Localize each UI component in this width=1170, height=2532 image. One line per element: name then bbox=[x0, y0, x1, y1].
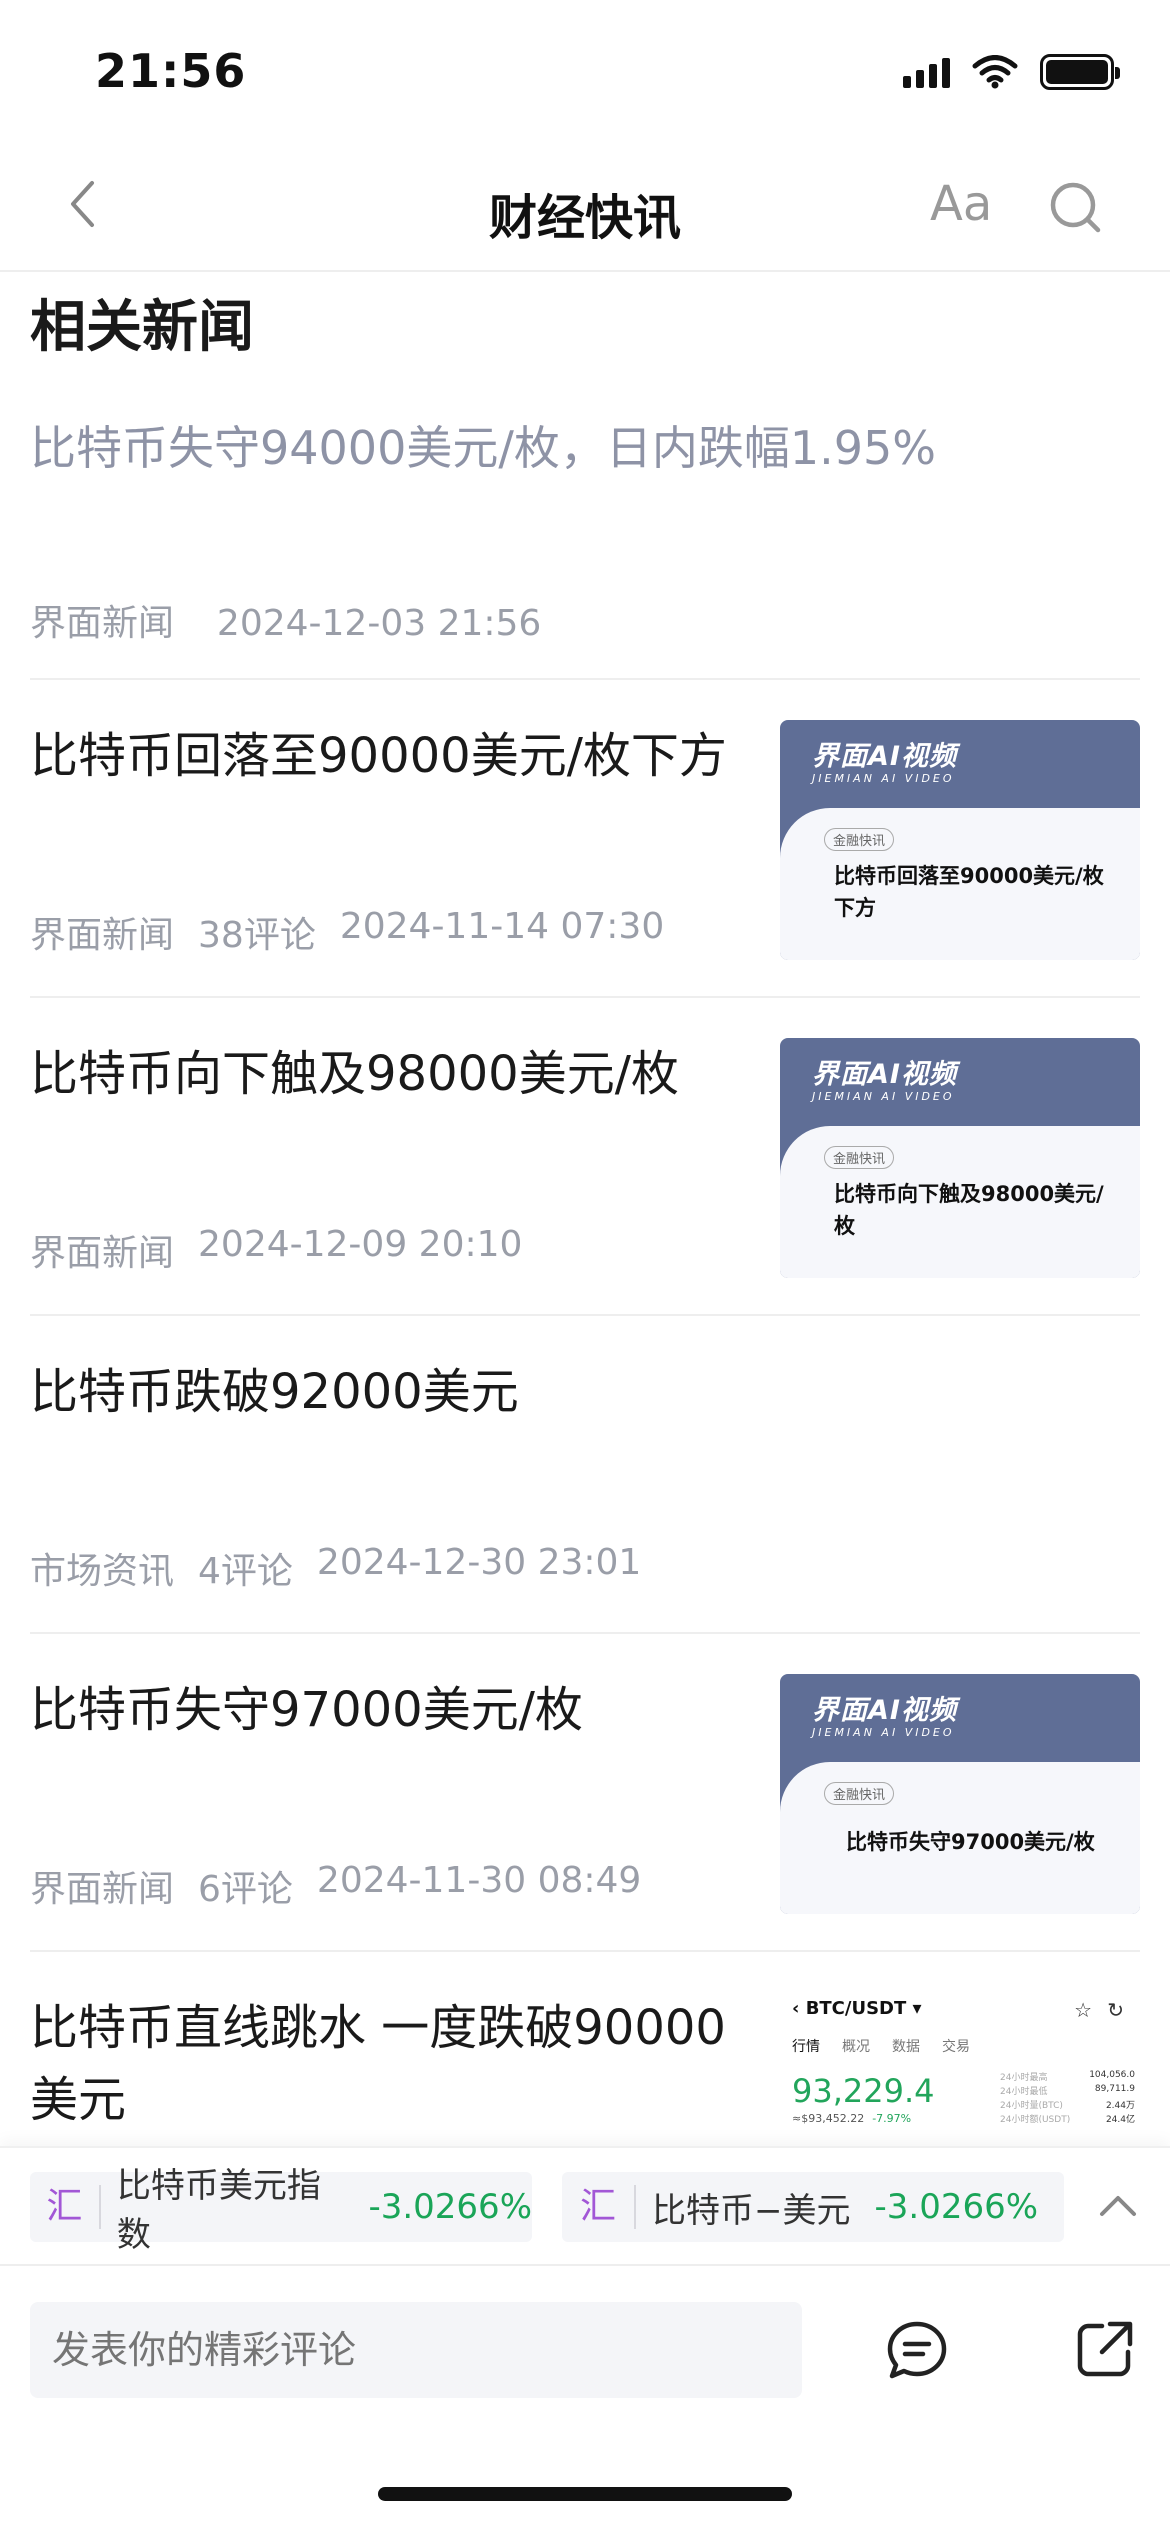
font-size-button[interactable]: Aa bbox=[930, 176, 992, 232]
wifi-icon bbox=[972, 55, 1018, 89]
star-icon: ☆ bbox=[1074, 1998, 1092, 2022]
btc-sub-price: ≈$93,452.22 -7.97% bbox=[792, 2112, 912, 2125]
cellular-signal-icon bbox=[903, 56, 950, 88]
chart-tab: 数据 bbox=[892, 2039, 920, 2055]
news-list-item[interactable]: 比特币跌破92000美元 市场资讯 4评论 2024-12-30 23:01 bbox=[30, 1316, 1140, 1634]
news-time: 2024-12-03 21:56 bbox=[216, 603, 542, 644]
battery-icon bbox=[1040, 54, 1120, 90]
nav-bar: 财经快讯 Aa bbox=[0, 140, 1170, 272]
news-time: 2024-12-09 20:10 bbox=[198, 1224, 523, 1265]
home-indicator bbox=[378, 2487, 792, 2501]
thumbnail-card: 金融快讯 比特币回落至90000美元/枚下方 bbox=[780, 808, 1140, 960]
ticker-name: 比特币美元指数 bbox=[116, 2166, 321, 2255]
news-list-item[interactable]: 比特币失守97000美元/枚 界面新闻 6评论 2024-11-30 08:49… bbox=[30, 1634, 1140, 1952]
news-time: 2024-11-14 07:30 bbox=[339, 906, 665, 947]
chart-tabs: 行情 概况 数据 交易 bbox=[792, 2036, 970, 2056]
news-meta: 界面新闻 2024-12-09 20:10 bbox=[30, 1224, 522, 1276]
news-meta: 界面新闻 6评论 2024-11-30 08:49 bbox=[30, 1860, 641, 1912]
news-headline: 比特币直线跳水 一度跌破90000美元 bbox=[30, 2000, 726, 2128]
news-content: 相关新闻 比特币失守94000美元/枚，日内跌幅1.95% 界面新闻 2024-… bbox=[0, 274, 1170, 2149]
btc-stats: 24小时最高 104,056.0 24小时最低 89,711.9 24小时量(BTC… bbox=[1000, 2070, 1135, 2125]
ticker-name: 比特币−美元 bbox=[652, 2190, 851, 2231]
chart-tab: 概况 bbox=[842, 2039, 870, 2055]
comment-icon[interactable] bbox=[884, 2318, 950, 2384]
thumbnail-tag: 金融快讯 bbox=[824, 1782, 895, 1805]
status-time: 21:56 bbox=[95, 44, 247, 98]
thumbnail-brand-sub: JIEMIAN AI VIDEO bbox=[812, 772, 955, 785]
refresh-icon: ↻ bbox=[1107, 1998, 1124, 2022]
ticker-bar: 汇 比特币美元指数 -3.0266% 汇 比特币−美元 -3.0266% bbox=[0, 2146, 1170, 2264]
news-headline: 比特币跌破92000美元 bbox=[30, 1364, 519, 1420]
thumbnail-card: 金融快讯 比特币失守97000美元/枚 bbox=[780, 1762, 1140, 1914]
news-meta: 界面新闻 38评论 2024-11-14 07:30 bbox=[30, 906, 664, 958]
ticker-change: -3.0266% bbox=[874, 2187, 1039, 2227]
page-title: 财经快讯 bbox=[488, 190, 681, 246]
news-chart-thumbnail: ‹ BTC/USDT ▾ ☆ ↻ 行情 概况 数据 交易 93,229.4 ≈$… bbox=[780, 1992, 1140, 2149]
news-thumbnail: 界面AI视频 JIEMIAN AI VIDEO 金融快讯 比特币回落至90000… bbox=[780, 720, 1140, 960]
news-meta: 市场资讯 4评论 2024-12-30 23:01 bbox=[30, 1542, 641, 1594]
thumbnail-brand: 界面AI视频 bbox=[812, 741, 957, 772]
news-list-item[interactable]: 比特币回落至90000美元/枚下方 界面新闻 38评论 2024-11-14 0… bbox=[30, 680, 1140, 998]
news-time: 2024-11-30 08:49 bbox=[316, 1860, 642, 1901]
status-bar: 21:56 bbox=[0, 0, 1170, 140]
news-list-item[interactable]: 比特币向下触及98000美元/枚 界面新闻 2024-12-09 20:10 界… bbox=[30, 998, 1140, 1316]
news-comment-count: 38评论 bbox=[198, 915, 316, 956]
news-thumbnail: 界面AI视频 JIEMIAN AI VIDEO 金融快讯 比特币向下触及9800… bbox=[780, 1038, 1140, 1278]
trading-pair: ‹ BTC/USDT ▾ bbox=[792, 1998, 922, 2019]
news-meta: 界面新闻 2024-12-03 21:56 bbox=[30, 594, 541, 646]
news-source: 界面新闻 bbox=[30, 915, 175, 956]
news-list-item[interactable]: 比特币直线跳水 一度跌破90000美元 ‹ BTC/USDT ▾ ☆ ↻ 行情 … bbox=[30, 1952, 1140, 2149]
chart-tab: 交易 bbox=[942, 2039, 970, 2055]
news-time: 2024-12-30 23:01 bbox=[316, 1542, 642, 1583]
news-headline: 比特币回落至90000美元/枚下方 bbox=[30, 728, 727, 784]
thumbnail-tag: 金融快讯 bbox=[824, 1146, 895, 1169]
news-source: 市场资讯 bbox=[30, 1551, 175, 1592]
news-comment-count: 6评论 bbox=[198, 1869, 293, 1910]
search-icon[interactable] bbox=[1048, 180, 1104, 236]
comment-bar bbox=[0, 2264, 1170, 2532]
news-headline: 比特币向下触及98000美元/枚 bbox=[30, 1046, 679, 1102]
hui-icon: 汇 bbox=[562, 2185, 636, 2229]
news-source: 界面新闻 bbox=[30, 603, 175, 644]
thumbnail-brand: 界面AI视频 bbox=[812, 1695, 957, 1726]
ticker-btc-usd[interactable]: 汇 比特币−美元 -3.0266% bbox=[562, 2172, 1064, 2242]
btc-price: 93,229.4 bbox=[792, 2072, 935, 2110]
ticker-btc-usd-index[interactable]: 汇 比特币美元指数 -3.0266% bbox=[30, 2166, 532, 2255]
thumbnail-title: 比特币向下触及98000美元/枚 bbox=[834, 1182, 1104, 1238]
share-icon[interactable] bbox=[1074, 2318, 1136, 2380]
thumbnail-card: 金融快讯 比特币向下触及98000美元/枚 bbox=[780, 1126, 1140, 1278]
status-icons bbox=[903, 52, 1120, 92]
thumbnail-brand-sub: JIEMIAN AI VIDEO bbox=[812, 1090, 955, 1103]
comment-input[interactable] bbox=[30, 2302, 802, 2398]
section-title: 相关新闻 bbox=[30, 295, 254, 360]
news-headline: 比特币失守97000美元/枚 bbox=[30, 1682, 583, 1738]
news-headline: 比特币失守94000美元/枚，日内跌幅1.95% bbox=[30, 421, 936, 475]
ticker-change: -3.0266% bbox=[368, 2187, 532, 2227]
news-thumbnail: 界面AI视频 JIEMIAN AI VIDEO 金融快讯 比特币失守97000美… bbox=[780, 1674, 1140, 1914]
thumbnail-title: 比特币失守97000美元/枚 bbox=[846, 1830, 1095, 1854]
related-news-item[interactable]: 比特币失守94000美元/枚，日内跌幅1.95% 界面新闻 2024-12-03… bbox=[30, 374, 1140, 680]
news-source: 界面新闻 bbox=[30, 1233, 175, 1274]
chart-tab: 行情 bbox=[792, 2039, 820, 2055]
chevron-up-icon[interactable] bbox=[1094, 2182, 1142, 2230]
thumbnail-title: 比特币回落至90000美元/枚下方 bbox=[834, 864, 1104, 920]
news-source: 界面新闻 bbox=[30, 1869, 175, 1910]
thumbnail-brand: 界面AI视频 bbox=[812, 1059, 957, 1090]
news-comment-count: 4评论 bbox=[198, 1551, 293, 1592]
thumbnail-tag: 金融快讯 bbox=[824, 828, 895, 851]
hui-icon: 汇 bbox=[30, 2185, 101, 2229]
thumbnail-brand-sub: JIEMIAN AI VIDEO bbox=[812, 1726, 955, 1739]
